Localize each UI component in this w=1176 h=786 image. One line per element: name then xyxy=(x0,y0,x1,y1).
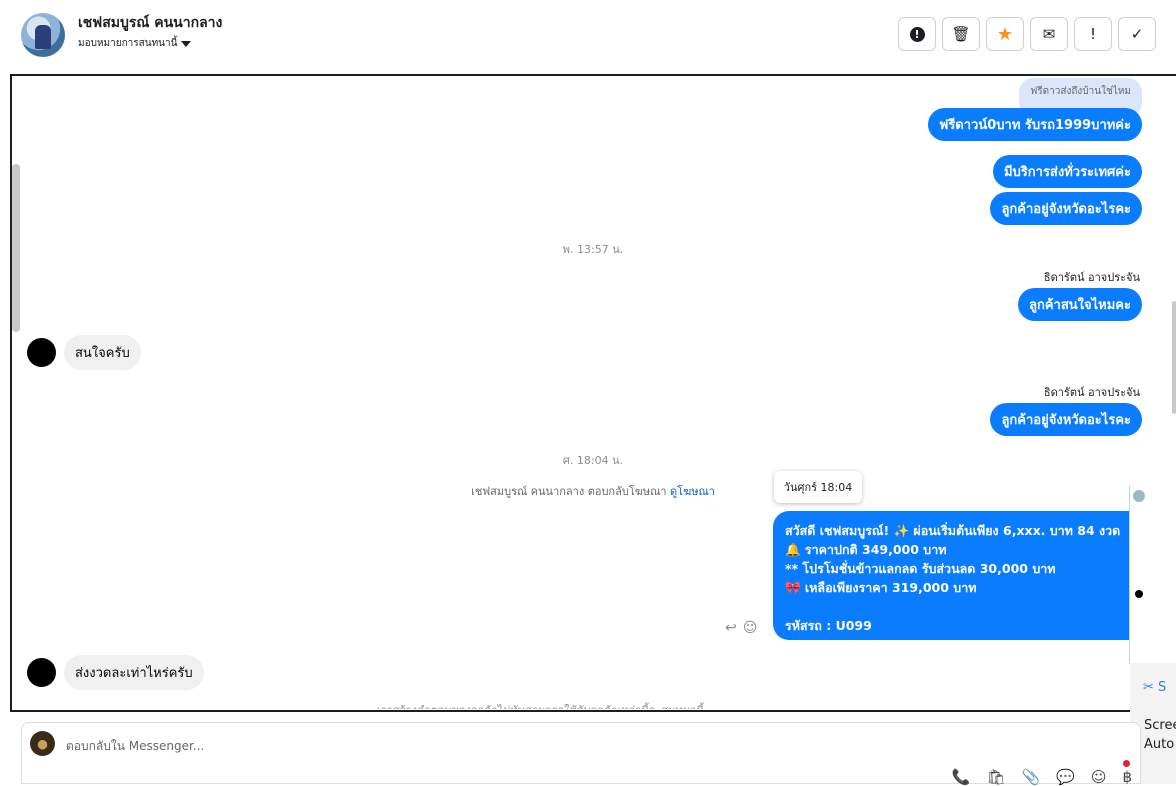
contact-name[interactable]: เชฟสมบูรณ์ คนนากลาง xyxy=(78,12,222,34)
star-icon: ★ xyxy=(996,23,1014,45)
emoji-icon[interactable]: ☺ xyxy=(1091,768,1107,786)
promo-line: รหัสรถ : U099 xyxy=(785,618,872,633)
composer-toolbar: 📞 🛍 📎 💬 ☺ ฿ xyxy=(952,768,1132,786)
reply-icon[interactable]: ↩ xyxy=(725,620,737,636)
outgoing-message[interactable]: ฟรีดาวน์0บาท รับรถ1999บาทค่ะ xyxy=(928,108,1142,141)
conversation-header: เชฟสมบูรณ์ คนนากลาง มอบหมายการสนทนานี้ !… xyxy=(0,0,1176,72)
mark-unread-button[interactable]: ✉ xyxy=(1030,17,1068,51)
sender-name: ธิดารัตน์ อาจประจัน xyxy=(1043,271,1140,284)
outgoing-message[interactable]: ลูกค้าอยู่จังหวัดอะไรคะ xyxy=(990,403,1142,436)
reply-input[interactable]: ตอบกลับใน Messenger... xyxy=(66,737,204,756)
caret-down-icon xyxy=(181,40,192,47)
alert-circle-icon: ! xyxy=(909,26,925,42)
envelope-icon: ✉ xyxy=(1042,25,1056,43)
react-icon[interactable]: ☺ xyxy=(743,620,758,636)
sender-name: ธิดารัตน์ อาจประจัน xyxy=(1043,386,1140,399)
promo-line: 🎀 เหลือเพียงราคา 319,000 บาท xyxy=(785,580,977,595)
header-actions: ! 🗑 ★ ✉ ! ✓ xyxy=(898,17,1156,51)
ai-notice-text: เราสร้างคำตอบของลูกค้าไม่ทันสามารถใช้กับ… xyxy=(377,701,704,709)
outgoing-message[interactable]: ลูกค้าอยู่จังหวัดอะไรคะ xyxy=(990,192,1142,225)
promo-line: ** โปรโมชั่นข้าวแลกลด รับส่วนลด 30,000 บ… xyxy=(785,561,1056,576)
shop-bag-icon[interactable]: 🛍 xyxy=(986,768,1005,786)
thumbnail-avatar xyxy=(1133,490,1145,502)
assign-label: มอบหมายการสนทนานี้ xyxy=(78,38,178,49)
outgoing-message-promo[interactable]: สวัสดี เชฟสมบูรณ์! ✨ ผ่อนเริ่มต้นเพียง 6… xyxy=(773,511,1143,640)
notification-dot xyxy=(1123,760,1130,767)
outgoing-message[interactable]: ลูกค้าสนใจไหมคะ xyxy=(1018,288,1142,321)
checkmark-icon: ✓ xyxy=(1130,25,1144,43)
done-button[interactable]: ✓ xyxy=(1118,17,1156,51)
panel-label: S xyxy=(1158,680,1167,695)
message-actions: ↩ ☺ xyxy=(725,620,757,636)
outgoing-message[interactable]: มีบริการส่งทั่วระเทศค่ะ xyxy=(992,155,1142,188)
promo-line: 🔔 ราคาปกติ 349,000 บาท xyxy=(785,542,947,557)
follow-up-button[interactable]: ! xyxy=(1074,17,1112,51)
snip-icon: ✂ xyxy=(1143,680,1154,695)
screenshot-thumbnail[interactable] xyxy=(1129,486,1176,664)
panel-text: Auto xyxy=(1144,737,1175,752)
incoming-message[interactable]: สนใจครับ xyxy=(64,335,141,370)
panel-text: Scree xyxy=(1144,718,1176,733)
trash-icon: 🗑 xyxy=(951,25,971,43)
page-avatar xyxy=(30,731,55,756)
view-ad-link[interactable]: ดูโฆษณา xyxy=(670,485,715,498)
saved-replies-icon[interactable]: 💬 xyxy=(1056,768,1075,786)
promo-line xyxy=(785,597,1131,616)
timestamp-divider: พ. 13:57 น. xyxy=(562,243,624,256)
customer-avatar xyxy=(27,338,56,367)
scrollbar-thumb-right[interactable] xyxy=(1172,301,1176,414)
star-button[interactable]: ★ xyxy=(986,17,1024,51)
attachment-icon[interactable]: 📎 xyxy=(1021,768,1040,786)
spam-button[interactable]: ! xyxy=(898,17,936,51)
promo-line: สวัสดี เชฟสมบูรณ์! ✨ ผ่อนเริ่มต้นเพียง 6… xyxy=(785,523,1121,538)
phone-icon[interactable]: 📞 xyxy=(952,768,971,786)
assign-conversation-dropdown[interactable]: มอบหมายการสนทนานี้ xyxy=(78,36,192,51)
incoming-message[interactable]: ส่งงวดละเท่าไหร่ครับ xyxy=(64,655,204,690)
ad-reply-text: เชฟสมบูรณ์ คนนากลาง ตอบกลับโฆษณา xyxy=(471,485,667,498)
exclamation-icon: ! xyxy=(1089,25,1096,43)
thumbnail-dot xyxy=(1135,590,1143,598)
ad-reply-notice: เชฟสมบูรณ์ คนนากลาง ตอบกลับโฆษณา ดูโฆษณา xyxy=(0,482,1176,500)
reply-composer[interactable]: ตอบกลับใน Messenger... 📞 🛍 📎 💬 ☺ ฿ xyxy=(21,722,1141,786)
timestamp-divider: ศ. 18:04 น. xyxy=(562,454,624,467)
delete-button[interactable]: 🗑 xyxy=(942,17,980,51)
contact-avatar[interactable] xyxy=(21,13,65,57)
message-time-tooltip: วันศุกร์ 18:04 xyxy=(774,471,862,503)
customer-avatar xyxy=(27,658,56,687)
payment-icon[interactable]: ฿ xyxy=(1122,768,1132,786)
